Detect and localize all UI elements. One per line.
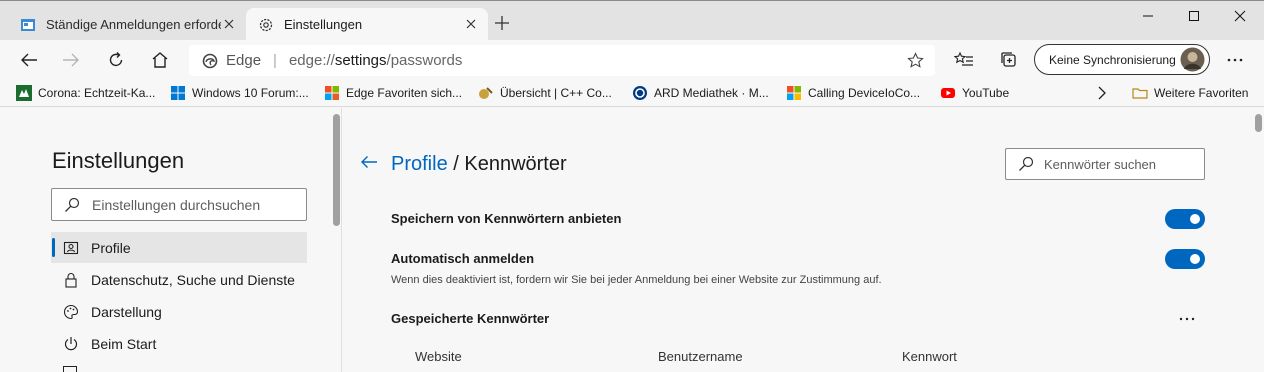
sidebar-item-label: Darstellung	[91, 303, 162, 320]
offer-save-toggle[interactable]	[1165, 209, 1205, 229]
tab-label: Ständige Anmeldungen erforderlich	[46, 17, 221, 32]
site-favicon-icon	[20, 17, 36, 33]
column-header-website[interactable]: Website	[415, 349, 462, 364]
url-prefix: edge://	[288, 52, 335, 69]
close-tab-icon[interactable]	[222, 17, 236, 31]
url-path: /passwords	[386, 52, 463, 69]
chevron-right-icon[interactable]	[1097, 86, 1107, 100]
favorites-bar: Corona: Echtzeit-Ka... Windows 10 Forum:…	[0, 80, 1264, 107]
power-icon	[63, 336, 79, 352]
breadcrumb-current: Kennwörter	[464, 153, 567, 175]
password-search-input[interactable]: Kennwörter suchen	[1005, 148, 1205, 180]
back-arrow-icon[interactable]	[360, 154, 378, 170]
folder-icon	[1132, 85, 1148, 101]
navigation-bar: Edge | edge:// settings /passwords Keine…	[0, 40, 1264, 80]
tab-label: Einstellungen	[284, 17, 363, 32]
address-bar[interactable]: Edge | edge:// settings /passwords	[189, 45, 935, 76]
edge-brand-label: Edge	[226, 52, 262, 69]
maximize-icon[interactable]	[1171, 1, 1217, 31]
sidebar-item-privacy[interactable]: Datenschutz, Suche und Dienste	[51, 264, 307, 295]
settings-search-placeholder: Einstellungen durchsuchen	[92, 196, 261, 213]
sidebar-item-profile[interactable]: Profile	[51, 232, 307, 263]
edge-logo-icon	[202, 53, 218, 69]
profile-icon	[63, 240, 79, 256]
main-scrollbar[interactable]	[1255, 114, 1262, 132]
close-tab-icon[interactable]	[464, 17, 478, 31]
youtube-favicon-icon	[940, 85, 956, 101]
saved-passwords-heading: Gespeicherte Kennwörter	[391, 311, 550, 326]
sidebar-item-startup[interactable]: Beim Start	[51, 328, 307, 359]
sidebar-title: Einstellungen	[52, 148, 185, 173]
sidebar-item-appearance[interactable]: Darstellung	[51, 296, 307, 327]
saved-passwords-more-icon[interactable]	[1178, 316, 1196, 322]
favorite-item[interactable]: Edge Favoriten sich...	[324, 84, 462, 102]
auto-signin-toggle[interactable]	[1165, 249, 1205, 269]
column-header-password[interactable]: Kennwort	[902, 349, 957, 364]
sidebar-item-label: Profile	[91, 239, 131, 256]
collections-icon[interactable]	[993, 46, 1025, 74]
favorites-list-icon[interactable]	[948, 46, 980, 74]
new-tab-icon[interactable]	[494, 15, 510, 31]
settings-sidebar: Einstellungen Einstellungen durchsuchen …	[0, 108, 342, 372]
tab-active[interactable]: Einstellungen	[246, 8, 488, 41]
forward-icon[interactable]	[55, 46, 87, 74]
refresh-icon[interactable]	[100, 46, 132, 74]
close-window-icon[interactable]	[1217, 1, 1263, 31]
offer-save-label: Speichern von Kennwörtern anbieten	[391, 211, 622, 226]
microsoft-favicon-icon	[786, 85, 802, 101]
minimize-icon[interactable]	[1125, 1, 1171, 31]
ard-favicon-icon	[632, 85, 648, 101]
passwords-pane: Profile / Kennwörter Kennwörter suchen S…	[342, 108, 1264, 372]
sidebar-item-label: Datenschutz, Suche und Dienste	[91, 271, 295, 288]
settings-search-input[interactable]: Einstellungen durchsuchen	[51, 188, 307, 221]
windows-favicon-icon	[170, 85, 186, 101]
favorite-item[interactable]: Übersicht | C++ Co...	[478, 84, 612, 102]
favorite-item[interactable]: Windows 10 Forum:...	[170, 84, 309, 102]
other-favorites-folder[interactable]: Weitere Favoriten	[1132, 84, 1248, 102]
corona-favicon-icon	[16, 85, 32, 101]
password-search-placeholder: Kennwörter suchen	[1044, 156, 1157, 172]
favorite-item[interactable]: Calling DeviceIoCo...	[786, 84, 920, 102]
breadcrumb-separator: /	[447, 153, 465, 175]
title-bar: Ständige Anmeldungen erforderlich Einste…	[0, 0, 1264, 41]
page-title: Profile / Kennwörter	[391, 153, 567, 176]
favorite-item[interactable]: YouTube	[940, 84, 1009, 102]
palette-icon	[63, 304, 79, 320]
search-icon	[64, 197, 80, 213]
sync-button[interactable]: Keine Synchronisierung	[1034, 44, 1210, 75]
cpp-favicon-icon	[478, 85, 494, 101]
favorite-item[interactable]: ARD Mediathek · M...	[632, 84, 769, 102]
avatar	[1180, 47, 1205, 72]
address-divider: |	[273, 52, 277, 69]
auto-signin-description: Wenn dies deaktiviert ist, fordern wir S…	[391, 274, 882, 286]
sidebar-item-label: Beim Start	[91, 335, 157, 352]
more-menu-icon[interactable]	[1219, 46, 1251, 74]
sync-label: Keine Synchronisierung	[1049, 52, 1176, 67]
auto-signin-label: Automatisch anmelden	[391, 251, 535, 266]
next-item-icon	[63, 366, 77, 372]
sidebar-scrollbar[interactable]	[333, 114, 340, 226]
breadcrumb-profile[interactable]: Profile	[391, 153, 448, 175]
home-icon[interactable]	[144, 46, 176, 74]
forum-favicon-icon	[324, 85, 340, 101]
favorite-item[interactable]: Corona: Echtzeit-Ka...	[16, 84, 155, 102]
back-icon[interactable]	[13, 46, 45, 74]
star-icon[interactable]	[907, 52, 924, 69]
lock-icon	[63, 272, 79, 288]
search-icon	[1018, 156, 1034, 172]
tab-inactive[interactable]: Ständige Anmeldungen erforderlich	[8, 8, 246, 41]
column-header-username[interactable]: Benutzername	[658, 349, 743, 364]
gear-icon	[258, 17, 274, 33]
url-host: settings	[334, 52, 387, 69]
